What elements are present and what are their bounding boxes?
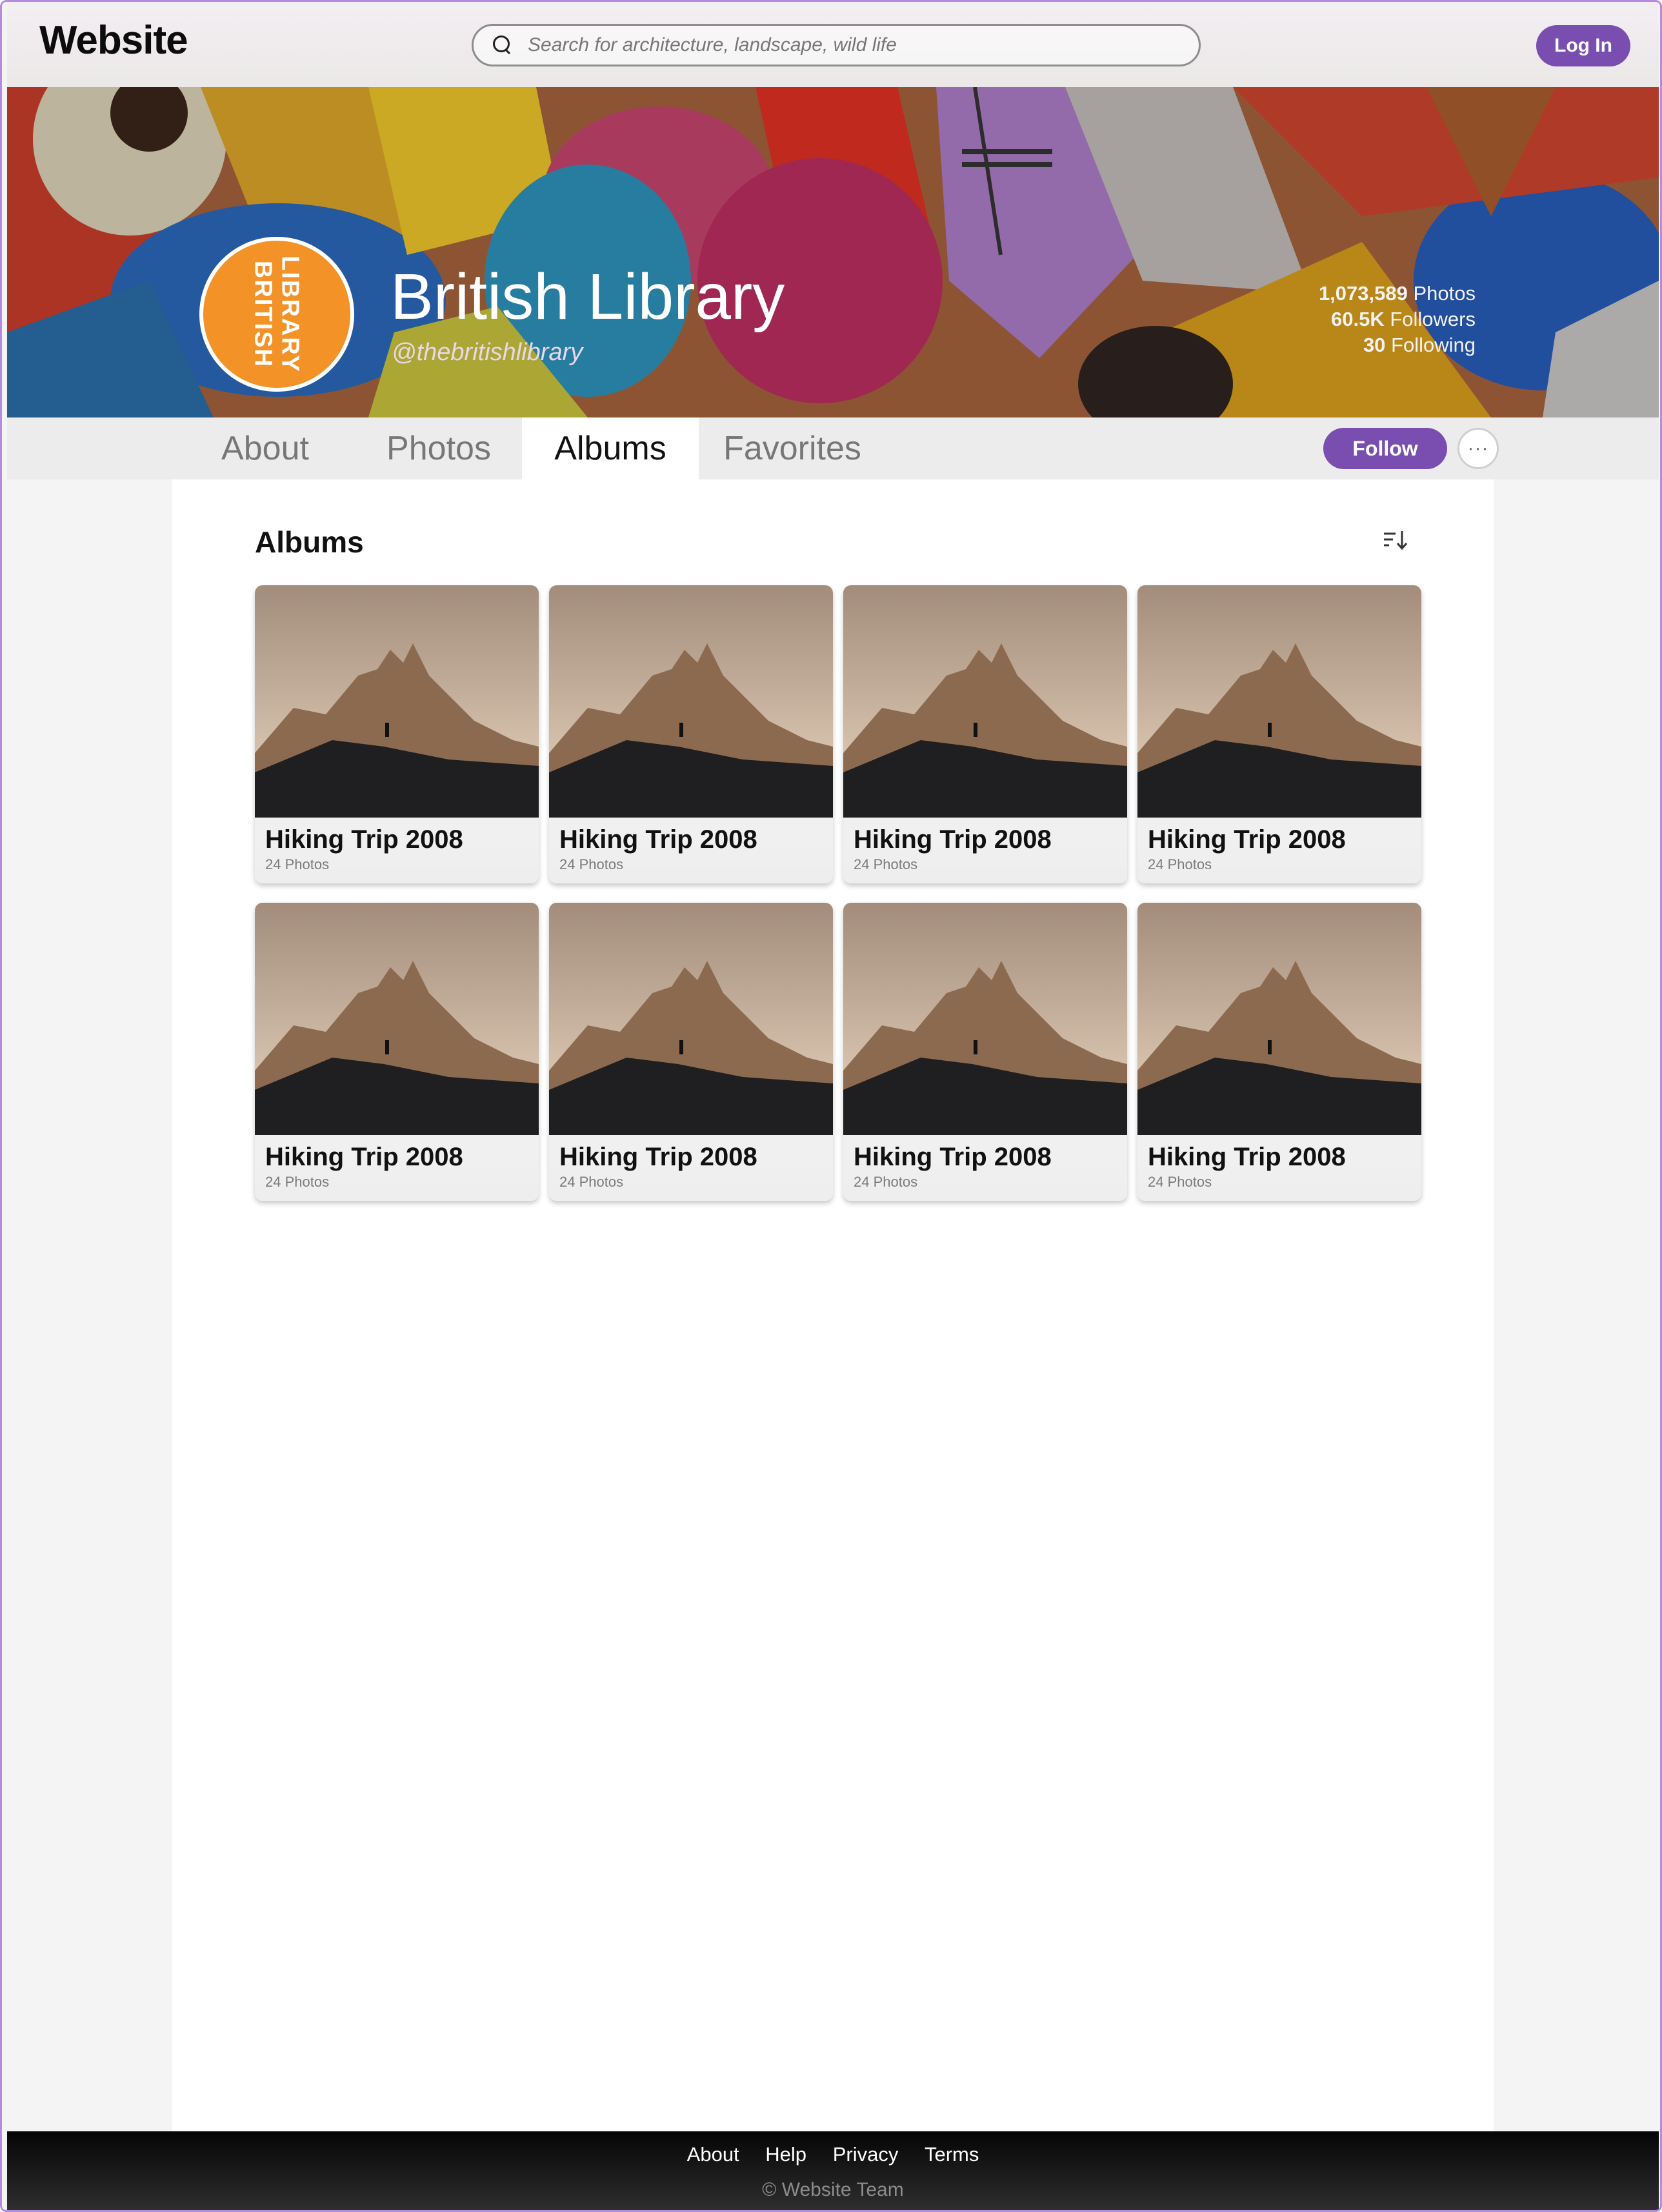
album-card[interactable]: Hiking Trip 2008 24 Photos: [255, 585, 539, 883]
stat-followers[interactable]: 60.5K Followers: [1319, 307, 1476, 332]
profile-banner: LIBRARY BRITISH British Library @thebrit…: [7, 87, 1659, 417]
album-card[interactable]: Hiking Trip 2008 24 Photos: [255, 903, 539, 1201]
footer-copyright: © Website Team: [762, 2179, 904, 2200]
footer-link-about[interactable]: About: [687, 2143, 739, 2166]
tab-about[interactable]: About: [201, 417, 330, 479]
profile-avatar[interactable]: LIBRARY BRITISH: [199, 237, 354, 392]
top-header: Website Log In: [7, 2, 1659, 87]
stat-following[interactable]: 30 Following: [1319, 332, 1476, 358]
tab-albums[interactable]: Albums: [522, 417, 699, 479]
album-thumbnail: [255, 585, 539, 818]
album-title: Hiking Trip 2008: [1148, 825, 1346, 854]
profile-tabs: About Photos Albums Favorites Follow ···: [7, 417, 1659, 479]
album-thumbnail: [549, 903, 833, 1135]
album-title: Hiking Trip 2008: [854, 1143, 1052, 1171]
stat-photos[interactable]: 1,073,589 Photos: [1319, 281, 1476, 307]
albums-section-title: Albums: [255, 525, 364, 559]
footer-links: About Help Privacy Terms: [7, 2143, 1659, 2166]
stat-followers-value: 60.5K: [1330, 308, 1385, 330]
album-title: Hiking Trip 2008: [1148, 1143, 1346, 1171]
album-thumbnail: [549, 585, 833, 818]
album-thumbnail: [1137, 585, 1421, 818]
album-card[interactable]: Hiking Trip 2008 24 Photos: [1137, 585, 1421, 883]
album-photo-count: 24 Photos: [1148, 1174, 1212, 1190]
sort-icon[interactable]: [1383, 528, 1408, 552]
footer-link-terms[interactable]: Terms: [925, 2143, 979, 2166]
album-photo-count: 24 Photos: [1148, 856, 1212, 872]
profile-name: British Library: [390, 261, 785, 333]
album-card[interactable]: Hiking Trip 2008 24 Photos: [1137, 903, 1421, 1201]
main-content: Albums Hiking Trip 2008 24 Photos Hiking…: [172, 479, 1494, 2131]
profile-stats: 1,073,589 Photos 60.5K Followers 30 Foll…: [1319, 281, 1476, 358]
logo-text-british: BRITISH: [249, 260, 277, 368]
album-photo-count: 24 Photos: [559, 1174, 624, 1190]
album-photo-count: 24 Photos: [854, 1174, 918, 1190]
album-thumbnail: [1137, 903, 1421, 1135]
album-photo-count: 24 Photos: [265, 1174, 330, 1190]
album-card[interactable]: Hiking Trip 2008 24 Photos: [843, 903, 1127, 1201]
stat-photos-value: 1,073,589: [1318, 282, 1408, 305]
footer-link-help[interactable]: Help: [765, 2143, 806, 2166]
album-thumbnail: [843, 585, 1127, 818]
footer-link-privacy[interactable]: Privacy: [833, 2143, 899, 2166]
search-icon[interactable]: [492, 34, 514, 56]
album-photo-count: 24 Photos: [854, 856, 918, 872]
album-card[interactable]: Hiking Trip 2008 24 Photos: [549, 585, 833, 883]
album-thumbnail: [255, 903, 539, 1135]
logo-text-library: LIBRARY: [276, 256, 304, 373]
login-button[interactable]: Log In: [1536, 25, 1630, 66]
album-photo-count: 24 Photos: [559, 856, 624, 872]
album-thumbnail: [843, 903, 1127, 1135]
album-title: Hiking Trip 2008: [265, 825, 463, 854]
album-title: Hiking Trip 2008: [265, 1143, 463, 1171]
profile-handle: @thebritishlibrary: [392, 339, 583, 366]
page-frame: Website Log In: [0, 0, 1662, 2212]
search-bar[interactable]: [472, 24, 1201, 66]
search-input[interactable]: [528, 34, 1108, 56]
stat-photos-label: Photos: [1413, 282, 1476, 305]
album-photo-count: 24 Photos: [265, 856, 330, 872]
site-footer: About Help Privacy Terms © Website Team: [7, 2131, 1659, 2210]
stat-following-value: 30: [1363, 334, 1386, 356]
album-title: Hiking Trip 2008: [854, 825, 1052, 854]
follow-button[interactable]: Follow: [1323, 428, 1447, 469]
album-title: Hiking Trip 2008: [559, 825, 757, 854]
tab-photos[interactable]: Photos: [366, 417, 512, 479]
stat-followers-label: Followers: [1390, 308, 1476, 330]
tab-favorites[interactable]: Favorites: [712, 417, 873, 479]
album-card[interactable]: Hiking Trip 2008 24 Photos: [843, 585, 1127, 883]
site-logo[interactable]: Website: [39, 17, 188, 63]
more-options-icon[interactable]: ···: [1457, 428, 1499, 469]
british-library-logo: LIBRARY BRITISH: [250, 256, 304, 372]
stat-following-label: Following: [1391, 334, 1476, 356]
album-title: Hiking Trip 2008: [559, 1143, 757, 1171]
album-card[interactable]: Hiking Trip 2008 24 Photos: [549, 903, 833, 1201]
